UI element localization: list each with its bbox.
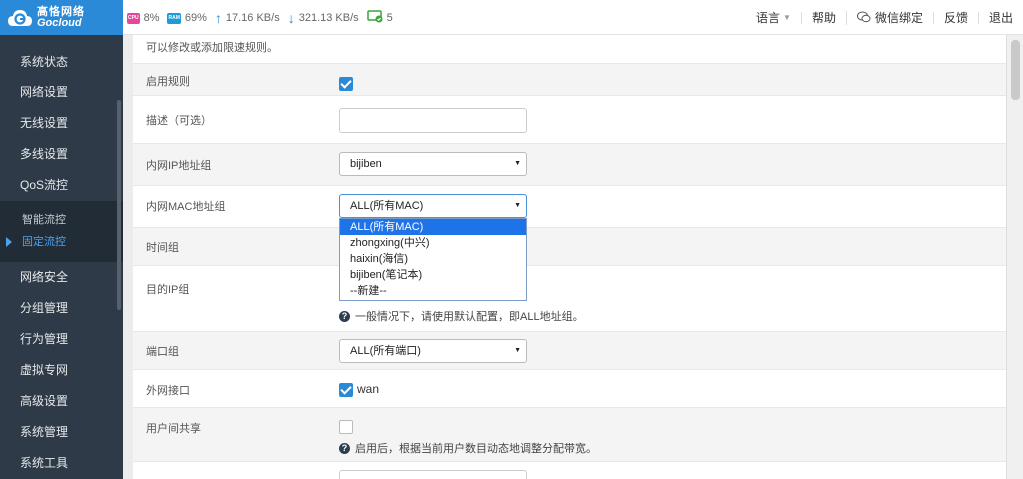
top-nav: 语言 ▼ 帮助 微信绑定 反馈 退出 [746, 0, 1023, 35]
sidebar-item-system-manage[interactable]: 系统管理 [0, 417, 123, 448]
share-row: 用户间共享 ? 启用后，根据当前用户数目动态地调整分配带宽。 [133, 407, 1006, 461]
ip-group-row: 内网IP地址组 bijiben ▼ [133, 143, 1006, 185]
ram-value: 69% [184, 12, 207, 24]
scrollbar-thumb[interactable] [1011, 40, 1020, 100]
brand-logo[interactable]: 高恪网络 Gocloud [0, 0, 123, 35]
sidebar-item-vpn[interactable]: 虚拟专网 [0, 355, 123, 386]
next-row [133, 461, 1006, 479]
ram-icon: RAM [167, 12, 181, 24]
share-hint: ? 启用后，根据当前用户数目动态地调整分配带宽。 [339, 440, 597, 456]
sidebar-sub-fixed-qos[interactable]: 固定流控 [0, 231, 123, 253]
mac-option-haixin[interactable]: haixin(海信) [340, 251, 526, 267]
logout-link[interactable]: 退出 [977, 11, 1023, 24]
rule-form: 可以修改或添加限速规则。 启用规则 描述（可选） 内网IP地址组 bijiben… [133, 35, 1006, 479]
share-checkbox[interactable] [339, 420, 353, 434]
wechat-icon [856, 11, 871, 25]
download-value: 321.13 KB/s [298, 12, 359, 24]
dest-ip-row: 目的IP组 ? 一般情况下，请使用默认配置，即ALL地址组。 [133, 265, 1006, 331]
page-scrollbar[interactable] [1006, 35, 1023, 479]
wan-interface-label: 外网接口 [146, 385, 190, 397]
sidebar-item-advanced[interactable]: 高级设置 [0, 386, 123, 417]
upload-arrow-icon: ↑ [214, 10, 222, 26]
mac-option-bijiben[interactable]: bijiben(笔记本) [340, 267, 526, 283]
download-stat: ↓ 321.13 KB/s [287, 10, 359, 26]
wan-row: 外网接口 wan [133, 369, 1006, 407]
sidebar-scrollbar[interactable] [117, 100, 121, 310]
ram-stat: RAM 69% [167, 12, 207, 24]
feedback-link[interactable]: 反馈 [932, 11, 978, 24]
share-hint-text: 启用后，根据当前用户数目动态地调整分配带宽。 [355, 443, 597, 455]
sidebar-item-multiline[interactable]: 多线设置 [0, 139, 123, 170]
qos-submenu: 智能流控 固定流控 [0, 201, 123, 262]
enable-rule-row: 启用规则 [133, 63, 1006, 95]
sidebar-item-system-status[interactable]: 系统状态 [0, 48, 123, 77]
mac-option-zhongxing[interactable]: zhongxing(中兴) [340, 235, 526, 251]
chevron-down-icon: ▼ [514, 347, 521, 354]
sidebar-item-system-tools[interactable]: 系统工具 [0, 448, 123, 479]
share-label: 用户间共享 [146, 423, 201, 435]
mac-group-select[interactable]: ALL(所有MAC) ▼ [339, 194, 527, 218]
wechat-bind-link[interactable]: 微信绑定 [845, 10, 933, 25]
time-group-row: 时间组 [133, 227, 1006, 265]
ip-group-select[interactable]: bijiben ▼ [339, 152, 527, 176]
time-group-label: 时间组 [146, 242, 179, 254]
enable-rule-label: 启用规则 [146, 76, 190, 88]
question-icon: ? [339, 310, 350, 322]
sidebar: 系统状态 网络设置 无线设置 多线设置 QoS流控 智能流控 固定流控 网络安全… [0, 35, 123, 479]
help-link[interactable]: 帮助 [800, 11, 846, 24]
upload-value: 17.16 KB/s [225, 12, 280, 24]
sidebar-item-behavior[interactable]: 行为管理 [0, 324, 123, 355]
chevron-down-icon: ▼ [783, 12, 791, 22]
cpu-stat: CPU 8% [127, 12, 159, 24]
next-field[interactable] [339, 470, 527, 479]
mac-option-all[interactable]: ALL(所有MAC) [340, 219, 526, 235]
sidebar-item-qos[interactable]: QoS流控 [0, 170, 123, 201]
port-group-value: ALL(所有端口) [350, 345, 421, 357]
port-group-label: 端口组 [146, 346, 179, 358]
port-group-select[interactable]: ALL(所有端口) ▼ [339, 339, 527, 363]
mac-group-value: ALL(所有MAC) [350, 200, 424, 212]
dest-ip-label: 目的IP组 [146, 284, 190, 296]
sidebar-item-network[interactable]: 网络设置 [0, 77, 123, 108]
enable-rule-checkbox[interactable] [339, 77, 353, 91]
mac-group-label: 内网MAC地址组 [146, 201, 226, 213]
description-input[interactable] [339, 108, 527, 133]
sidebar-item-security[interactable]: 网络安全 [0, 262, 123, 293]
upload-stat: ↑ 17.16 KB/s [214, 10, 280, 26]
ip-group-label: 内网IP地址组 [146, 160, 212, 172]
download-arrow-icon: ↓ [287, 10, 295, 26]
wan-checkbox[interactable] [339, 383, 353, 397]
wan-value: wan [357, 382, 380, 396]
mac-group-dropdown: ALL(所有MAC) zhongxing(中兴) haixin(海信) biji… [339, 218, 527, 301]
ip-group-value: bijiben [350, 158, 382, 170]
chevron-down-icon: ▼ [514, 202, 521, 209]
mac-option-new[interactable]: --新建-- [340, 283, 526, 299]
sidebar-item-groups[interactable]: 分组管理 [0, 293, 123, 324]
language-menu[interactable]: 语言 ▼ [746, 12, 801, 24]
sidebar-item-wireless[interactable]: 无线设置 [0, 108, 123, 139]
monitor-check-icon [366, 10, 383, 26]
brand-name-en: Gocloud [37, 16, 82, 29]
dest-ip-hint-text: 一般情况下，请使用默认配置，即ALL地址组。 [355, 311, 584, 323]
description-label: 描述（可选） [146, 115, 212, 127]
status-stats: CPU 8% RAM 69% ↑ 17.16 KB/s ↓ 321.13 KB/… [127, 10, 401, 26]
devices-count: 5 [386, 12, 393, 24]
cloud-logo-icon [7, 7, 33, 29]
cpu-value: 8% [143, 12, 160, 24]
form-intro: 可以修改或添加限速规则。 [146, 42, 278, 54]
dest-ip-hint: ? 一般情况下，请使用默认配置，即ALL地址组。 [339, 308, 584, 324]
port-group-row: 端口组 ALL(所有端口) ▼ [133, 331, 1006, 369]
top-bar: 高恪网络 Gocloud CPU 8% RAM 69% ↑ 17.16 KB/s… [0, 0, 1023, 35]
chevron-down-icon: ▼ [514, 160, 521, 167]
description-row: 描述（可选） [133, 95, 1006, 143]
cpu-icon: CPU [127, 12, 140, 24]
language-label: 语言 [756, 10, 781, 25]
wechat-label: 微信绑定 [874, 10, 923, 25]
mac-group-row: 内网MAC地址组 ALL(所有MAC) ▼ [133, 185, 1006, 227]
brand-name-cn: 高恪网络 [37, 5, 85, 18]
devices-stat[interactable]: 5 [366, 10, 393, 26]
sidebar-sub-smart-qos[interactable]: 智能流控 [0, 209, 123, 231]
question-icon: ? [339, 442, 350, 454]
